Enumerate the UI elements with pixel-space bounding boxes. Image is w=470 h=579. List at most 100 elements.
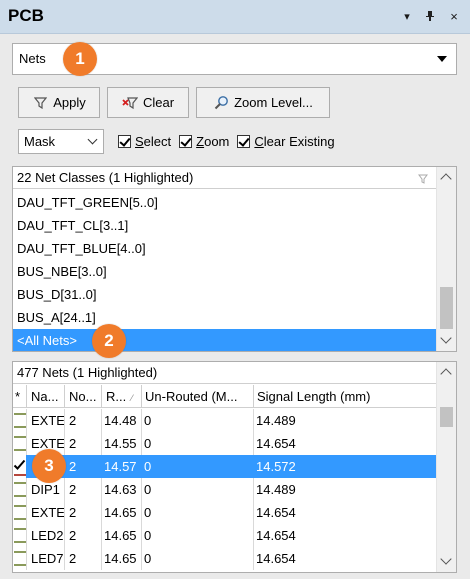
cell-routed: 14.48 — [102, 409, 142, 432]
cell-name: EXTEI — [27, 409, 65, 432]
object-type-value: Nets — [19, 51, 46, 66]
cell-name: LED2 — [27, 524, 65, 547]
cell-nodes: 2 — [65, 524, 102, 547]
chevron-down-icon — [87, 134, 98, 144]
panel-menu-icon[interactable]: ▾ — [400, 10, 414, 24]
net-classes-list: 22 Net Classes (1 Highlighted) DAU_TFT_G… — [12, 166, 457, 352]
column-name[interactable]: Na... — [27, 385, 65, 408]
scroll-up-icon[interactable] — [440, 173, 452, 185]
cell-routed: 14.63 — [102, 478, 142, 501]
cell-signal-length: 14.654 — [256, 528, 296, 543]
cell-signal-length: 14.489 — [256, 413, 296, 428]
cell-name: EXTEI — [27, 501, 65, 524]
callout-badge-3: 3 — [32, 449, 66, 483]
cell-signal-length: 14.654 — [256, 436, 296, 451]
net-class-item[interactable]: BUS_NBE[3..0] — [13, 260, 436, 283]
cell-nodes: 2 — [65, 409, 102, 432]
net-color-swatch — [14, 504, 26, 521]
table-row[interactable]: EXTEI 2 14.48 0 14.489 — [13, 409, 436, 432]
apply-button[interactable]: Apply — [18, 87, 100, 118]
nets-count: 477 Nets (1 Highlighted) — [17, 365, 158, 380]
cell-unrouted: 0 — [142, 455, 254, 478]
pin-icon[interactable] — [423, 10, 437, 26]
nets-table: 477 Nets (1 Highlighted) * Na... No... R… — [12, 361, 457, 573]
net-classes-header: 22 Net Classes (1 Highlighted) — [13, 167, 436, 189]
net-class-item[interactable]: DAU_TFT_BLUE[4..0] — [13, 237, 436, 260]
scroll-up-icon[interactable] — [440, 368, 452, 380]
net-color-swatch — [14, 474, 26, 476]
table-row[interactable]: LED2 2 14.65 0 14.654 — [13, 524, 436, 547]
table-row[interactable]: DIP1 2 14.63 0 14.489 — [13, 478, 436, 501]
scrollbar-thumb[interactable] — [440, 407, 453, 427]
net-class-item[interactable]: DAU_TFT_CL[3..1] — [13, 214, 436, 237]
cell-unrouted: 0 — [142, 547, 254, 570]
scroll-down-icon[interactable] — [440, 553, 452, 565]
cell-signal-length: 14.572 — [256, 459, 296, 474]
select-checkbox-box[interactable] — [118, 134, 131, 148]
callout-badge-2: 2 — [92, 324, 126, 358]
clear-existing-checkbox-box[interactable] — [237, 134, 251, 148]
clear-label: Clear — [142, 95, 175, 110]
zoom-checkbox-box[interactable] — [179, 134, 193, 148]
column-filter-icon[interactable] — [418, 172, 428, 184]
cell-signal-length: 14.654 — [256, 551, 296, 566]
cell-status[interactable] — [13, 478, 27, 501]
nets-count-header: 477 Nets (1 Highlighted) — [13, 362, 436, 384]
clear-button[interactable]: Clear — [107, 87, 189, 118]
column-signal-length[interactable]: Signal Length (mm) — [254, 385, 438, 408]
zoom-level-button[interactable]: Zoom Level... — [196, 87, 330, 118]
net-class-item[interactable]: DAU_TFT_GREEN[5..0] — [13, 191, 436, 214]
clear-filter-icon — [122, 95, 138, 111]
net-class-item[interactable]: <All Nets> — [13, 329, 436, 351]
nets-scrollbar[interactable] — [436, 362, 456, 572]
close-icon[interactable]: × — [447, 10, 461, 24]
cell-status[interactable] — [13, 501, 27, 524]
cell-nodes: 2 — [65, 547, 102, 570]
table-row[interactable]: LED7 2 14.65 0 14.654 — [13, 547, 436, 570]
table-row[interactable]: EXTEI 2 14.65 0 14.654 — [13, 501, 436, 524]
net-color-swatch — [14, 435, 26, 452]
zoom-checkbox-label: Zoom — [196, 133, 230, 149]
net-color-swatch — [14, 527, 26, 544]
cell-routed: 14.55 — [102, 432, 142, 455]
highlight-mode-value: Mask — [24, 133, 56, 149]
net-color-swatch — [14, 412, 26, 429]
cell-status[interactable] — [13, 409, 27, 432]
table-row[interactable]: EXTEI 2 14.55 0 14.654 — [13, 432, 436, 455]
cell-nodes: 2 — [65, 455, 102, 478]
sort-icon: ⁄ — [131, 393, 133, 403]
net-class-item[interactable]: BUS_A[24..1] — [13, 306, 436, 329]
nets-column-header: * Na... No... R... ⁄ Un-Routed (M... Sign… — [13, 385, 436, 408]
cell-routed: 14.65 — [102, 524, 142, 547]
cell-status[interactable] — [13, 547, 27, 570]
cell-status[interactable] — [13, 524, 27, 547]
column-routed[interactable]: R... ⁄ — [102, 385, 142, 408]
cell-status[interactable] — [13, 455, 27, 478]
highlight-mode-select[interactable]: Mask — [18, 128, 104, 154]
cell-unrouted: 0 — [142, 478, 254, 501]
cell-routed: 14.65 — [102, 501, 142, 524]
column-unrouted[interactable]: Un-Routed (M... — [142, 385, 254, 408]
net-color-swatch — [14, 550, 26, 567]
cell-signal-length: 14.489 — [256, 482, 296, 497]
zoom-checkbox[interactable]: Zoom — [179, 134, 229, 149]
scrollbar-thumb[interactable] — [440, 287, 453, 329]
panel-titlebar: PCB ▾ × — [0, 0, 470, 34]
column-star[interactable]: * — [13, 385, 27, 408]
table-row[interactable]: 2 14.57 0 14.572 — [13, 455, 436, 478]
net-classes-scrollbar[interactable] — [436, 167, 456, 351]
net-color-swatch — [14, 481, 26, 498]
net-classes-count: 22 Net Classes (1 Highlighted) — [17, 170, 194, 185]
filter-options-row: Mask Select Zoom Clear Existing — [18, 128, 335, 154]
zoom-level-label: Zoom Level... — [234, 95, 313, 110]
apply-label: Apply — [53, 95, 86, 110]
cell-nodes: 2 — [65, 432, 102, 455]
scroll-down-icon[interactable] — [440, 332, 452, 344]
cell-unrouted: 0 — [142, 524, 254, 547]
column-nodes[interactable]: No... — [65, 385, 102, 408]
select-checkbox[interactable]: Select — [118, 134, 171, 149]
net-class-item[interactable]: BUS_D[31..0] — [13, 283, 436, 306]
cell-status[interactable] — [13, 432, 27, 455]
cell-nodes: 2 — [65, 501, 102, 524]
clear-existing-checkbox[interactable]: Clear Existing — [237, 134, 335, 149]
